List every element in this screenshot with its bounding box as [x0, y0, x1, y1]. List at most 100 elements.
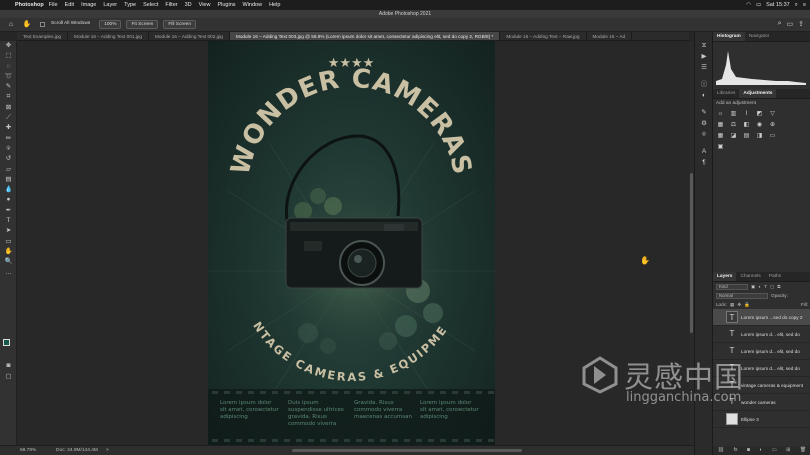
filter-type-icon[interactable]: T: [764, 284, 767, 289]
menu-window[interactable]: Window: [243, 2, 263, 8]
color-balance-icon[interactable]: ⚖: [729, 121, 738, 129]
menu-3d[interactable]: 3D: [185, 2, 192, 8]
type-tool-icon[interactable]: T: [0, 216, 17, 226]
layer-row[interactable]: Tvintage cameras & equipment: [713, 377, 810, 394]
layer-style-icon[interactable]: fx: [734, 446, 738, 455]
fill-screen-button[interactable]: Fill Screen: [163, 20, 197, 29]
tab-navigator[interactable]: Navigator: [745, 32, 774, 41]
menu-file[interactable]: File: [49, 2, 58, 8]
menu-type[interactable]: Type: [124, 2, 136, 8]
actions-panel-icon[interactable]: ▶: [695, 51, 713, 62]
exposure-icon[interactable]: ◩: [755, 110, 764, 118]
wifi-icon[interactable]: ◠: [746, 2, 751, 8]
crop-tool-icon[interactable]: ⌗: [0, 92, 17, 102]
lock-pixels-icon[interactable]: ▦: [730, 302, 734, 308]
hand-tool-sidebar-icon[interactable]: ✋: [0, 247, 17, 257]
filter-pixel-icon[interactable]: ▣: [751, 284, 755, 290]
move-tool-icon[interactable]: ✥: [0, 41, 17, 51]
layer-row[interactable]: T Lorem ipsum d... elit, sed do: [713, 343, 810, 360]
home-icon[interactable]: ⌂: [6, 20, 16, 30]
battery-icon[interactable]: ▭: [756, 2, 761, 8]
more-tools-icon[interactable]: …: [0, 268, 17, 278]
tab-libraries[interactable]: Libraries: [713, 89, 739, 98]
hue-saturation-icon[interactable]: ▦: [716, 121, 725, 129]
new-layer-icon[interactable]: ⊞: [786, 446, 790, 455]
tab-histogram[interactable]: Histogram: [713, 32, 745, 41]
quick-mask-icon[interactable]: ◙: [0, 361, 17, 371]
lasso-tool-icon[interactable]: ➰: [0, 72, 17, 82]
eyedropper-tool-icon[interactable]: ⟋: [0, 113, 17, 123]
control-center-icon[interactable]: ≡: [803, 2, 806, 8]
kind-filter-select[interactable]: Kind: [716, 283, 748, 290]
brushes-panel-icon[interactable]: ✎: [695, 107, 713, 118]
quick-select-tool-icon[interactable]: ✎: [0, 82, 17, 92]
document-tab[interactable]: Module 16 – Adding Text 002.jpg: [149, 32, 230, 40]
add-mask-icon[interactable]: ◙: [747, 446, 750, 455]
new-group-icon[interactable]: ▭: [772, 446, 777, 455]
filter-adjustment-icon[interactable]: ◐: [758, 284, 761, 289]
menu-layer[interactable]: Layer: [103, 2, 117, 8]
layer-row[interactable]: T Lorem ipsum ...sed do copy 2: [713, 309, 810, 326]
vibrance-icon[interactable]: ▽: [768, 110, 777, 118]
curves-icon[interactable]: ⌇: [742, 110, 751, 118]
paragraph-panel-icon[interactable]: ¶: [695, 157, 713, 168]
search-icon[interactable]: ⌕: [778, 20, 782, 28]
canvas-horizontal-scrollbar[interactable]: [292, 449, 522, 452]
document-tab[interactable]: Module 16 – Adding Text – Raw.jpg: [500, 32, 587, 40]
invert-icon[interactable]: ◪: [729, 132, 738, 140]
foreground-color-swatch[interactable]: [3, 339, 10, 346]
scroll-all-windows-checkbox[interactable]: [40, 22, 45, 27]
blend-mode-select[interactable]: Normal: [716, 292, 768, 299]
rectangle-tool-icon[interactable]: ▭: [0, 237, 17, 247]
hand-tool-icon[interactable]: ✋: [22, 20, 32, 30]
healing-brush-tool-icon[interactable]: ✚: [0, 123, 17, 133]
color-lookup-icon[interactable]: ▦: [716, 132, 725, 140]
lock-move-icon[interactable]: ✥: [737, 302, 741, 308]
document-tab[interactable]: Text Examples.jpg: [17, 32, 69, 40]
menu-help[interactable]: Help: [269, 2, 280, 8]
character-panel-icon[interactable]: A: [695, 146, 713, 157]
history-brush-tool-icon[interactable]: ↺: [0, 154, 17, 164]
clone-source-panel-icon[interactable]: ⍟: [695, 129, 713, 140]
share-icon[interactable]: ⇪: [798, 20, 804, 28]
document-tab[interactable]: Module 16 – Adding Text 003.jpg @ 58.8% …: [229, 32, 501, 40]
marquee-tool-icon[interactable]: ◌: [0, 62, 17, 72]
filter-smart-object-icon[interactable]: ⧉: [777, 284, 780, 289]
status-menu-arrow[interactable]: >: [106, 446, 109, 455]
brush-settings-panel-icon[interactable]: ⚙: [695, 118, 713, 129]
tab-adjustments[interactable]: Adjustments: [739, 89, 777, 98]
layer-row[interactable]: T Lorem ipsum d... elit, sed do: [713, 326, 810, 343]
clone-stamp-tool-icon[interactable]: ⍟: [0, 144, 17, 154]
link-layers-icon[interactable]: ⛓: [718, 446, 724, 455]
tab-layers[interactable]: Layers: [713, 272, 737, 281]
menu-image[interactable]: Image: [81, 2, 96, 8]
menu-view[interactable]: View: [199, 2, 211, 8]
menu-edit[interactable]: Edit: [65, 2, 74, 8]
menubar-clock[interactable]: Sat 15:37: [766, 2, 790, 8]
dodge-tool-icon[interactable]: ●: [0, 195, 17, 205]
zoom-tool-icon[interactable]: 🔍: [0, 257, 17, 267]
pen-tool-icon[interactable]: ✒: [0, 206, 17, 216]
blur-tool-icon[interactable]: 💧: [0, 185, 17, 195]
layer-row[interactable]: T Lorem ipsum d... elit, sed do: [713, 360, 810, 377]
fit-screen-button[interactable]: Fit Screen: [126, 20, 159, 29]
black-white-icon[interactable]: ◧: [742, 121, 751, 129]
selective-color-icon[interactable]: ▣: [716, 143, 725, 151]
document-tab[interactable]: Module 16 – Ad: [587, 32, 633, 40]
levels-icon[interactable]: ▥: [729, 110, 738, 118]
new-adjustment-icon[interactable]: ◐: [759, 446, 762, 455]
posterize-icon[interactable]: ▤: [742, 132, 751, 140]
menu-plugins[interactable]: Plugins: [217, 2, 235, 8]
artboard-tool-icon[interactable]: ⬚: [0, 51, 17, 61]
lock-all-icon[interactable]: 🔒: [744, 302, 750, 308]
poster-document[interactable]: ★★★★ WONDER CAMERAS NTAGE CAMERAS & EQUI…: [208, 41, 495, 445]
screen-mode-icon[interactable]: ▢: [0, 372, 17, 382]
zoom-100-button[interactable]: 100%: [99, 20, 122, 29]
brush-tool-icon[interactable]: ✏: [0, 134, 17, 144]
tab-channels[interactable]: Channels: [736, 272, 764, 281]
frame-tool-icon[interactable]: ⊠: [0, 103, 17, 113]
filter-shape-icon[interactable]: ▢: [770, 284, 774, 290]
delete-layer-icon[interactable]: 🗑: [800, 446, 806, 455]
properties-panel-icon[interactable]: ☰: [695, 62, 713, 73]
photo-filter-icon[interactable]: ◉: [755, 121, 764, 129]
